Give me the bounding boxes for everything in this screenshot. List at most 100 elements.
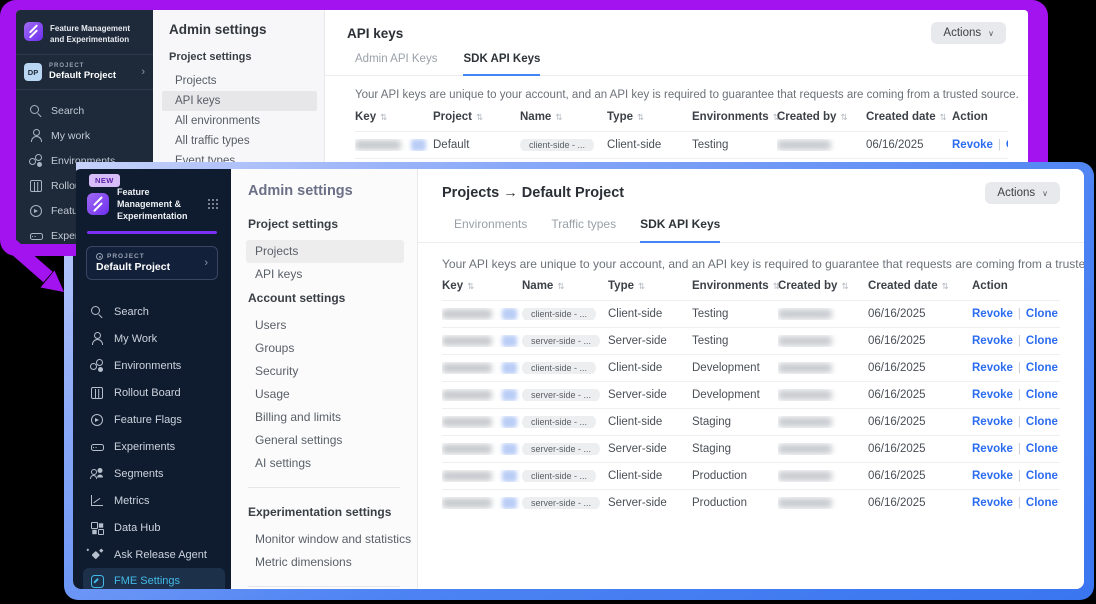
copy-icon[interactable] [502, 308, 517, 320]
copy-icon[interactable] [502, 389, 517, 401]
revoke-link[interactable]: Revoke [972, 416, 1013, 428]
admin-menu-entry[interactable]: Groups [246, 337, 404, 360]
admin-menu-entry[interactable]: Usage [246, 383, 404, 406]
clone-link[interactable]: Clone [1026, 443, 1058, 455]
revoke-link[interactable]: Revoke [972, 308, 1013, 320]
sidebar-item[interactable]: Segments [73, 460, 231, 487]
admin-menu-entry[interactable]: AI settings [246, 452, 404, 475]
admin-menu-entry[interactable]: Project settings [231, 212, 417, 240]
column-header[interactable]: Type ⇅ [608, 280, 692, 292]
revoke-link[interactable]: Revoke [972, 389, 1013, 401]
sidebar-item[interactable]: My work [16, 123, 153, 148]
api-key-row: client-side - ... Client-side Production… [442, 462, 1060, 489]
redacted-key [442, 498, 492, 508]
column-header[interactable]: Environments ⇅ [692, 280, 778, 292]
sidebar-item[interactable]: Environments [73, 352, 231, 379]
environment-cell: Production [692, 497, 778, 509]
revoke-link[interactable]: Revoke [972, 362, 1013, 374]
sidebar-item[interactable]: Ask Release Agent [73, 541, 231, 568]
column-header[interactable]: Created by ⇅ [777, 111, 866, 123]
created-date-cell: 06/16/2025 [868, 362, 972, 374]
tab[interactable]: Admin API Keys [355, 53, 437, 76]
column-header[interactable]: Key ⇅ [355, 111, 433, 123]
revoke-link[interactable]: Revoke [972, 443, 1013, 455]
copy-icon[interactable] [502, 335, 517, 347]
clone-link[interactable]: Clone [1026, 335, 1058, 347]
column-header[interactable]: Created date ⇅ [866, 111, 952, 123]
copy-icon[interactable] [502, 497, 517, 509]
app-switcher-icon[interactable] [208, 199, 219, 210]
sidebar-item[interactable]: Experiments [73, 433, 231, 460]
revoke-link[interactable]: Revoke [972, 497, 1013, 509]
copy-icon[interactable] [502, 443, 517, 455]
key-name-pill: client-side - ... [520, 139, 594, 151]
project-selector[interactable]: PROJECT Default Project › [86, 246, 218, 280]
column-header[interactable]: Type ⇅ [607, 111, 692, 123]
column-header[interactable]: Created by ⇅ [778, 280, 868, 292]
actions-button[interactable]: Actions ∨ [985, 182, 1060, 204]
tab[interactable]: SDK API Keys [640, 217, 720, 243]
redacted-key [442, 471, 492, 481]
admin-menu-entry[interactable]: Security [246, 360, 404, 383]
column-header[interactable]: Name ⇅ [520, 111, 607, 123]
sidebar-item[interactable]: Metrics [73, 487, 231, 514]
revoke-link[interactable]: Revoke [952, 139, 993, 151]
column-header[interactable]: Name ⇅ [522, 280, 608, 292]
created-date-cell: 06/16/2025 [866, 139, 952, 151]
clone-link[interactable]: Clone [1006, 139, 1008, 151]
sidebar-item[interactable]: Search [73, 298, 231, 325]
copy-icon[interactable] [502, 416, 517, 428]
admin-menu-entry[interactable]: Monitor window and statistics [246, 528, 404, 551]
clone-link[interactable]: Clone [1026, 362, 1058, 374]
copy-icon[interactable] [411, 139, 426, 151]
revoke-link[interactable]: Revoke [972, 335, 1013, 347]
copy-icon[interactable] [502, 362, 517, 374]
column-header[interactable]: Action ⇅ [952, 111, 1008, 123]
admin-menu-entry[interactable]: Projects [162, 71, 317, 91]
clone-link[interactable]: Clone [1026, 308, 1058, 320]
admin-menu-entry[interactable]: All traffic types [162, 131, 317, 151]
admin-menu-entry[interactable]: Account settings [231, 286, 417, 314]
clone-link[interactable]: Clone [1026, 497, 1058, 509]
admin-menu-entry[interactable] [248, 586, 400, 587]
chevron-down-icon: ∨ [1042, 189, 1048, 198]
sidebar-item[interactable]: FME Settings [83, 568, 225, 589]
column-header[interactable]: Action ⇅ [972, 280, 1060, 292]
admin-menu-entry[interactable] [248, 487, 400, 488]
sidebar-item[interactable]: Search [16, 98, 153, 123]
project-selector[interactable]: DP PROJECT Default Project › [16, 55, 153, 90]
column-header[interactable]: Created date ⇅ [868, 280, 972, 292]
admin-settings-title: Admin settings [153, 10, 324, 47]
admin-menu-entry[interactable]: Metric dimensions [246, 551, 404, 574]
column-header[interactable]: Environments ⇅ [692, 111, 777, 123]
tab[interactable]: Traffic types [551, 217, 616, 243]
link-separator: | [1018, 308, 1021, 320]
admin-menu-entry[interactable]: Users [246, 314, 404, 337]
clone-link[interactable]: Clone [1026, 389, 1058, 401]
admin-menu-entry[interactable]: Experimentation settings [231, 500, 417, 528]
column-header[interactable]: Key ⇅ [442, 280, 522, 292]
admin-menu-entry[interactable]: Project settings [153, 47, 324, 71]
page-title: API keys [347, 26, 403, 41]
sidebar-item[interactable]: My Work [73, 325, 231, 352]
admin-menu-entry[interactable]: Projects [246, 240, 404, 263]
admin-menu-entry[interactable]: General settings [246, 429, 404, 452]
redacted-key [442, 336, 492, 346]
tab[interactable]: Environments [454, 217, 527, 243]
clone-link[interactable]: Clone [1026, 416, 1058, 428]
revoke-link[interactable]: Revoke [972, 470, 1013, 482]
admin-menu-entry[interactable]: Billing and limits [246, 406, 404, 429]
sidebar-item[interactable]: Feature Flags [73, 406, 231, 433]
admin-menu-entry[interactable]: API keys [246, 263, 404, 286]
copy-icon[interactable] [502, 470, 517, 482]
tab[interactable]: SDK API Keys [463, 53, 540, 76]
sdk-api-keys-table: Key ⇅ Name ⇅ Type ⇅ [442, 280, 1060, 516]
sidebar-item[interactable]: Data Hub [73, 514, 231, 541]
actions-button[interactable]: Actions ∨ [931, 22, 1006, 44]
admin-menu-entry[interactable]: API keys [162, 91, 317, 111]
column-header[interactable]: Project ⇅ [433, 111, 520, 123]
metrics-icon [90, 494, 103, 507]
admin-menu-entry[interactable]: All environments [162, 111, 317, 131]
clone-link[interactable]: Clone [1026, 470, 1058, 482]
sidebar-item[interactable]: Rollout Board [73, 379, 231, 406]
